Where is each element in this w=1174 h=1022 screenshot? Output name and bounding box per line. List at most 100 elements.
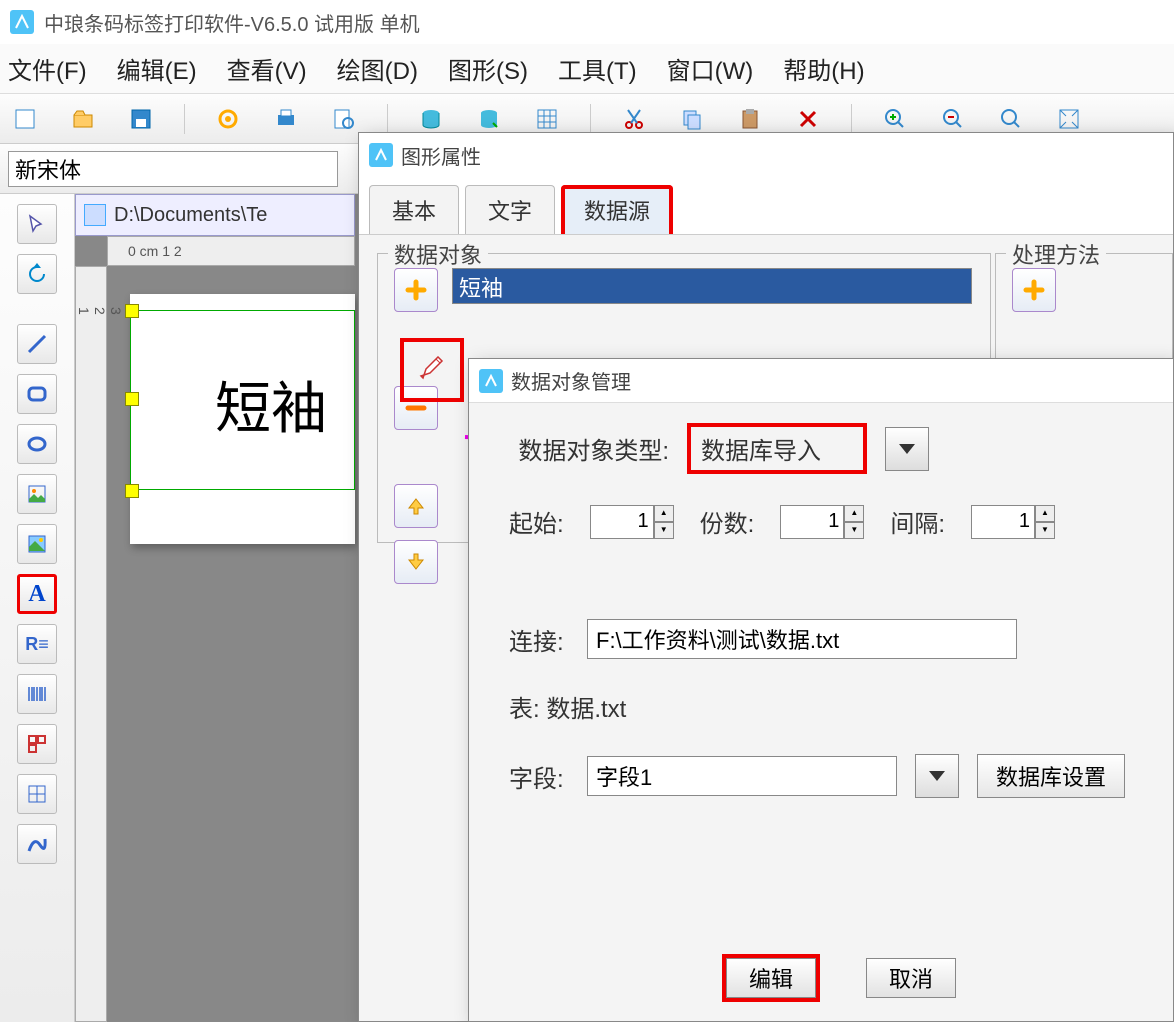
ruler-horizontal: 0 cm 1 2 <box>107 236 355 266</box>
document-icon <box>84 204 106 226</box>
toolbar-separator <box>184 104 185 134</box>
app-title: 中琅条码标签打印软件-V6.5.0 试用版 单机 <box>44 8 420 37</box>
type-value: 数据库导入 <box>687 423 867 474</box>
spin-up-icon[interactable]: ▲ <box>1035 505 1055 522</box>
menu-tool[interactable]: 工具(T) <box>558 51 637 86</box>
fit-icon[interactable] <box>1054 104 1084 134</box>
menubar: 文件(F) 编辑(E) 查看(V) 绘图(D) 图形(S) 工具(T) 窗口(W… <box>0 44 1174 94</box>
toolbar-separator <box>590 104 591 134</box>
selection-handle[interactable] <box>125 392 139 406</box>
edit-confirm-button[interactable]: 编辑 <box>726 958 816 998</box>
paste-icon[interactable] <box>735 104 765 134</box>
db-icon[interactable] <box>416 104 446 134</box>
font-family-input[interactable] <box>8 151 338 187</box>
start-spinner[interactable]: ▲▼ <box>590 505 674 539</box>
canvas-text-object[interactable]: 短袖 <box>215 364 327 445</box>
dialog-titlebar[interactable]: 图形属性 <box>359 133 1173 177</box>
interval-label: 间隔: <box>890 504 945 539</box>
menu-view[interactable]: 查看(V) <box>227 51 307 86</box>
tab-text[interactable]: 文字 <box>465 185 555 234</box>
group-title: 处理方法 <box>1006 238 1106 270</box>
field-label: 字段: <box>509 759 569 794</box>
type-dropdown-button[interactable] <box>885 427 929 471</box>
spin-down-icon[interactable]: ▼ <box>1035 522 1055 539</box>
zoom-in-icon[interactable] <box>880 104 910 134</box>
menu-file[interactable]: 文件(F) <box>8 51 87 86</box>
dialog-body: 数据对象类型: 数据库导入 起始: ▲▼ 份数: ▲▼ 间隔: ▲▼ 连接: 表… <box>469 403 1173 998</box>
connect-input[interactable] <box>587 619 1017 659</box>
roundrect-tool-icon[interactable] <box>17 374 57 414</box>
rotate-tool-icon[interactable] <box>17 254 57 294</box>
selection-handle[interactable] <box>125 484 139 498</box>
connect-label: 连接: <box>509 622 569 657</box>
tab-datasource[interactable]: 数据源 <box>561 185 673 234</box>
move-down-button[interactable] <box>394 540 438 584</box>
tab-basic[interactable]: 基本 <box>369 185 459 234</box>
left-toolbar: A R≡ <box>0 194 75 1022</box>
dialog-title: 图形属性 <box>401 141 481 170</box>
table-label: 表: 数据.txt <box>509 689 626 724</box>
cut-icon[interactable] <box>619 104 649 134</box>
zoom-out-icon[interactable] <box>938 104 968 134</box>
spin-up-icon[interactable]: ▲ <box>654 505 674 522</box>
richtext-tool-icon[interactable]: R≡ <box>17 624 57 664</box>
db-refresh-icon[interactable] <box>474 104 504 134</box>
save-icon[interactable] <box>126 104 156 134</box>
pointer-tool-icon[interactable] <box>17 204 57 244</box>
spin-down-icon[interactable]: ▼ <box>654 522 674 539</box>
table-tool-icon[interactable] <box>17 774 57 814</box>
preview-icon[interactable] <box>329 104 359 134</box>
menu-shape[interactable]: 图形(S) <box>448 51 528 86</box>
spin-down-icon[interactable]: ▼ <box>844 522 864 539</box>
line-tool-icon[interactable] <box>17 324 57 364</box>
start-input[interactable] <box>590 505 654 539</box>
app-icon <box>10 10 34 34</box>
open-icon[interactable] <box>68 104 98 134</box>
menu-draw[interactable]: 绘图(D) <box>337 51 418 86</box>
menu-window[interactable]: 窗口(W) <box>667 51 754 86</box>
edit-button[interactable] <box>400 338 464 402</box>
group-title: 数据对象 <box>388 238 488 270</box>
interval-spinner[interactable]: ▲▼ <box>971 505 1055 539</box>
gear-icon[interactable] <box>213 104 243 134</box>
add-process-button[interactable] <box>1012 268 1056 312</box>
copies-spinner[interactable]: ▲▼ <box>780 505 864 539</box>
db-settings-button[interactable]: 数据库设置 <box>977 754 1125 798</box>
start-label: 起始: <box>509 504 564 539</box>
qrcode-tool-icon[interactable] <box>17 724 57 764</box>
text-tool-icon[interactable]: A <box>17 574 57 614</box>
copies-input[interactable] <box>780 505 844 539</box>
dialog-body: 数据对象 短袖 处理方法 <box>359 235 1173 271</box>
selection-handle[interactable] <box>125 304 139 318</box>
copies-label: 份数: <box>700 504 755 539</box>
dialog-icon <box>479 369 503 393</box>
move-up-button[interactable] <box>394 484 438 528</box>
dialog-title: 数据对象管理 <box>511 366 631 395</box>
spin-up-icon[interactable]: ▲ <box>844 505 864 522</box>
data-object-list-item[interactable]: 短袖 <box>452 268 972 304</box>
grid-icon[interactable] <box>532 104 562 134</box>
field-select[interactable] <box>587 756 897 796</box>
print-icon[interactable] <box>271 104 301 134</box>
zoom-reset-icon[interactable] <box>996 104 1026 134</box>
titlebar: 中琅条码标签打印软件-V6.5.0 试用版 单机 <box>0 0 1174 44</box>
dialog-icon <box>369 143 393 167</box>
barcode-tool-icon[interactable] <box>17 674 57 714</box>
menu-edit[interactable]: 编辑(E) <box>117 51 197 86</box>
document-tab[interactable]: D:\Documents\Te <box>75 194 355 236</box>
interval-input[interactable] <box>971 505 1035 539</box>
field-dropdown-button[interactable] <box>915 754 959 798</box>
add-button[interactable] <box>394 268 438 312</box>
new-icon[interactable] <box>10 104 40 134</box>
copy-icon[interactable] <box>677 104 707 134</box>
delete-icon[interactable] <box>793 104 823 134</box>
data-object-manage-dialog: 数据对象管理 数据对象类型: 数据库导入 起始: ▲▼ 份数: ▲▼ 间隔: ▲… <box>468 358 1174 1022</box>
picture-tool-icon[interactable] <box>17 524 57 564</box>
dialog-titlebar[interactable]: 数据对象管理 <box>469 359 1173 403</box>
cancel-button[interactable]: 取消 <box>866 958 956 998</box>
menu-help[interactable]: 帮助(H) <box>783 51 864 86</box>
image-tool-icon[interactable] <box>17 474 57 514</box>
toolbar-separator <box>851 104 852 134</box>
curve-tool-icon[interactable] <box>17 824 57 864</box>
ellipse-tool-icon[interactable] <box>17 424 57 464</box>
